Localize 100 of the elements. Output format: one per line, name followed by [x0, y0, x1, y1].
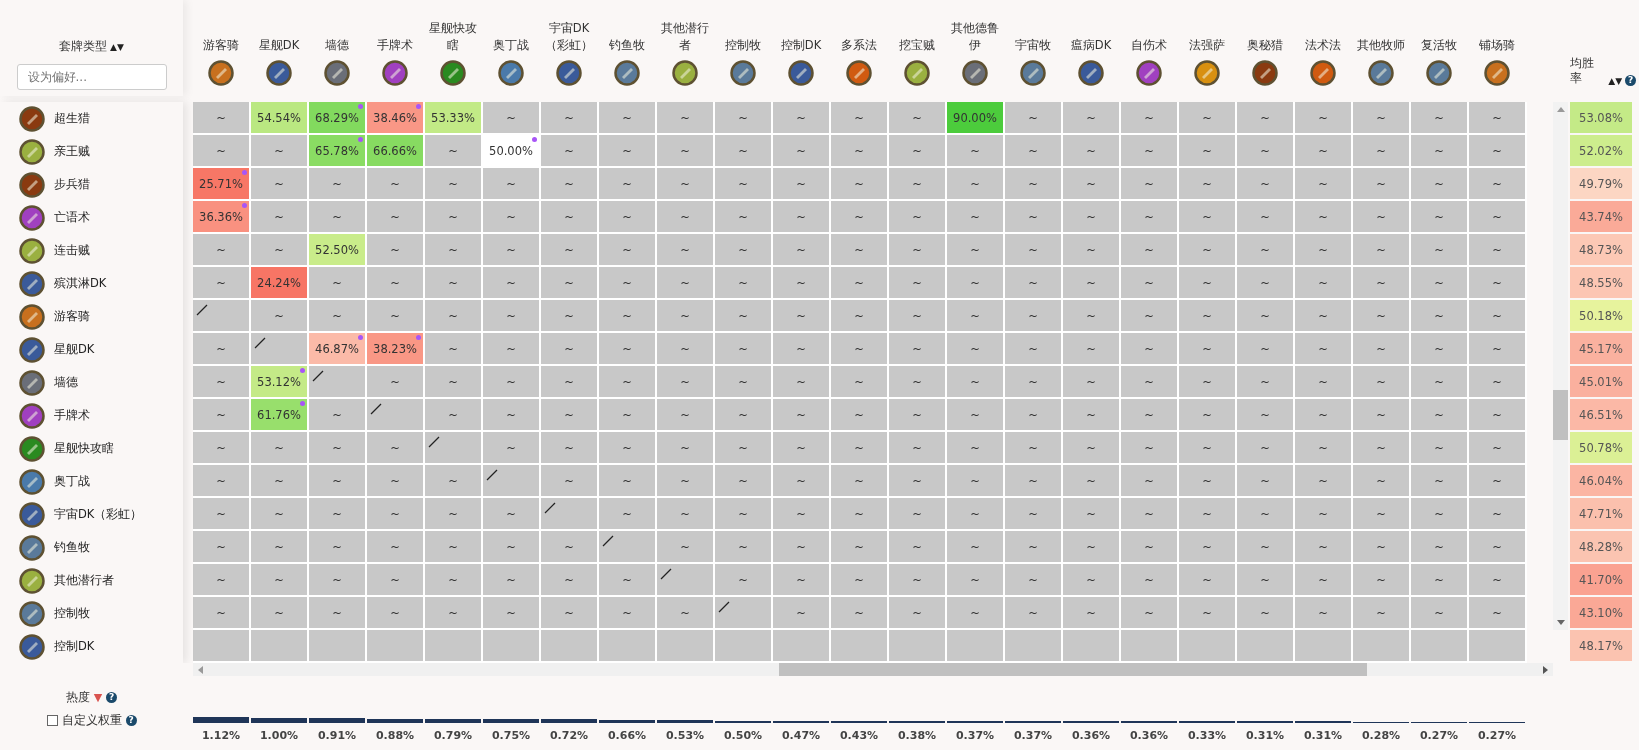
column-header[interactable]: 其他潜行者 [657, 20, 713, 54]
table-cell: ~ [1179, 564, 1235, 595]
scrollbar-thumb[interactable] [779, 663, 1367, 676]
scroll-left-icon[interactable] [197, 664, 203, 675]
column-header[interactable]: 多系法 [831, 37, 887, 54]
deck-name[interactable]: 连击贼 [54, 243, 90, 258]
table-cell: 66.66% [367, 135, 423, 166]
popularity-bar [367, 718, 423, 723]
popularity-value: 0.88% [375, 729, 415, 742]
deck-name[interactable]: 宇宙DK（彩虹） [54, 507, 143, 522]
column-header[interactable]: 钓鱼牧 [599, 37, 655, 54]
deck-name[interactable]: 步兵猎 [54, 177, 90, 192]
search-field[interactable]: 设为偏好... [16, 64, 167, 90]
deck-name[interactable]: 亲王贼 [54, 144, 90, 159]
deck-name[interactable]: 控制牧 [54, 606, 90, 621]
diagonal-line-icon [370, 403, 382, 415]
column-header[interactable]: 其他牧师 [1353, 37, 1409, 54]
table-cell: 54.54% [251, 102, 307, 133]
deck-name[interactable]: 星舰DK [54, 342, 95, 357]
table-cell: ~ [541, 465, 597, 496]
sort-toggle[interactable]: ▲▼ [110, 41, 124, 52]
deck-name[interactable]: 其他潜行者 [54, 573, 114, 588]
popularity-bar [193, 717, 249, 723]
popularity-value: 0.27% [1477, 729, 1517, 742]
deck-name[interactable]: 墙德 [54, 375, 78, 390]
column-header[interactable]: 法强萨 [1179, 37, 1235, 54]
deck-name[interactable]: 亡语术 [54, 210, 90, 225]
table-cell: ~ [599, 168, 655, 199]
win-rate-cell: 48.55% [1570, 267, 1632, 298]
deck-name[interactable]: 游客骑 [54, 309, 90, 324]
table-cell: ~ [541, 234, 597, 265]
table-cell: ~ [1005, 102, 1061, 133]
table-cell: ~ [831, 597, 887, 628]
scrollbar-thumb[interactable] [1553, 390, 1568, 440]
column-header[interactable]: 墙德 [309, 37, 365, 54]
table-cell: ~ [831, 168, 887, 199]
table-cell: ~ [1411, 135, 1467, 166]
vertical-scrollbar[interactable] [1553, 102, 1568, 630]
table-cell: ~ [541, 300, 597, 331]
popularity-value: 1.00% [259, 729, 299, 742]
column-header[interactable]: 星舰快攻瞎 [425, 20, 481, 54]
table-cell: ~ [831, 102, 887, 133]
column-header[interactable]: 宇宙牧 [1005, 37, 1061, 54]
sort-toggle[interactable]: ▲▼ [1608, 76, 1623, 86]
help-icon[interactable]: ? [1625, 75, 1636, 86]
table-cell: 65.78% [309, 135, 365, 166]
table-cell: ~ [715, 465, 771, 496]
checkbox[interactable] [46, 715, 58, 726]
horizontal-scrollbar[interactable] [193, 663, 1553, 676]
scroll-right-icon[interactable] [1543, 664, 1549, 675]
table-cell: ~ [1237, 564, 1293, 595]
column-header[interactable]: 星舰DK [251, 37, 307, 54]
table-cell: ~ [425, 597, 481, 628]
help-icon[interactable]: ? [125, 715, 137, 726]
scroll-up-icon[interactable] [1555, 106, 1566, 112]
table-cell: ~ [483, 564, 539, 595]
sort-toggle[interactable]: ▼ [93, 691, 103, 704]
deck-name[interactable]: 手牌术 [54, 408, 90, 423]
checkbox-label[interactable]: 自定义权重 [61, 713, 122, 728]
table-cell: ~ [1005, 333, 1061, 364]
column-header[interactable]: 宇宙DK（彩虹） [541, 20, 597, 54]
column-header[interactable]: 控制DK [773, 37, 829, 54]
table-cell: ~ [599, 564, 655, 595]
table-cell: ~ [715, 333, 771, 364]
column-header[interactable]: 挖宝贼 [889, 37, 945, 54]
table-cell: ~ [889, 498, 945, 529]
table-cell: ~ [657, 201, 713, 232]
table-cell: ~ [1237, 333, 1293, 364]
help-icon[interactable]: ? [106, 692, 118, 703]
column-header[interactable]: 奥丁战 [483, 37, 539, 54]
column-header[interactable]: 瘟病DK [1063, 37, 1119, 54]
table-cell: ~ [1411, 333, 1467, 364]
table-cell [425, 630, 481, 661]
table-cell: ~ [1005, 135, 1061, 166]
diagonal-line-icon [428, 436, 440, 448]
marker-dot [416, 335, 421, 340]
scroll-down-icon[interactable] [1555, 620, 1566, 626]
deck-name[interactable]: 控制DK [54, 639, 95, 654]
column-header[interactable]: 控制牧 [715, 37, 771, 54]
table-cell: ~ [1121, 102, 1177, 133]
table-cell: ~ [889, 300, 945, 331]
win-rate-cell: 45.01% [1570, 366, 1632, 397]
column-header[interactable]: 法术法 [1295, 37, 1351, 54]
column-header[interactable]: 其他德鲁伊 [947, 20, 1003, 54]
deck-name[interactable]: 钓鱼牧 [54, 540, 90, 555]
deck-name[interactable]: 超生猎 [54, 111, 90, 126]
popularity-bar [599, 719, 655, 723]
table-cell: ~ [1295, 135, 1351, 166]
deck-name[interactable]: 奥丁战 [54, 474, 90, 489]
column-header[interactable]: 游客骑 [193, 37, 249, 54]
column-header[interactable]: 复活牧 [1411, 37, 1467, 54]
column-header[interactable]: 手牌术 [367, 37, 423, 54]
deck-name[interactable]: 星舰快攻瞎 [54, 441, 114, 456]
win-rate-cell: 46.51% [1570, 399, 1632, 430]
column-header[interactable]: 奥秘猎 [1237, 37, 1293, 54]
table-cell: ~ [367, 201, 423, 232]
table-cell: ~ [773, 597, 829, 628]
deck-name[interactable]: 殡淇淋DK [54, 276, 107, 291]
column-header[interactable]: 铺场骑 [1469, 37, 1525, 54]
column-header[interactable]: 自伤术 [1121, 37, 1177, 54]
